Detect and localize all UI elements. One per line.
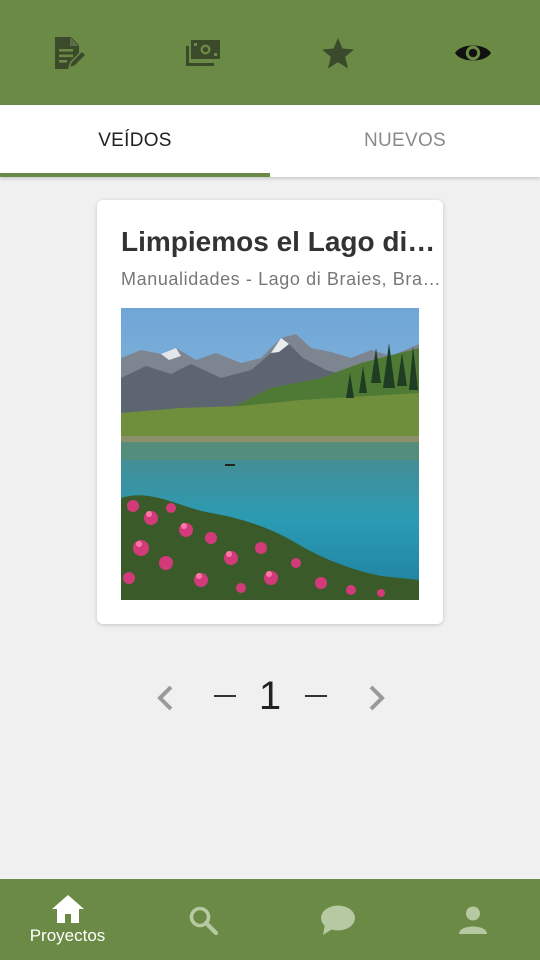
project-card[interactable]: Limpiemos el Lago di Braies Manualidades… <box>97 200 443 624</box>
tab-nuevos[interactable]: NUEVOS <box>270 105 540 177</box>
star-icon <box>321 37 354 68</box>
chevron-left-icon <box>157 685 173 711</box>
pagination-dash-right <box>305 695 327 697</box>
lake-landscape-image <box>121 308 419 600</box>
prev-page-button[interactable] <box>150 680 180 716</box>
nav-profile[interactable] <box>405 879 540 960</box>
card-subtitle: Manualidades - Lago di Braies, Braies <box>121 269 441 289</box>
toolbar-edit-button[interactable] <box>0 0 135 105</box>
pagination-dash-left <box>214 695 236 697</box>
person-icon <box>458 906 487 934</box>
bottom-navigation: Proyectos <box>0 879 540 960</box>
chat-icon <box>320 905 355 935</box>
nav-search[interactable] <box>135 879 270 960</box>
toolbar-eye-button[interactable] <box>405 0 540 105</box>
eye-icon <box>454 45 491 60</box>
tab-veidos[interactable]: VEÍDOS <box>0 105 270 177</box>
search-icon <box>189 906 218 935</box>
next-page-button[interactable] <box>362 680 392 716</box>
money-icon <box>185 39 220 66</box>
pagination: 1 <box>0 668 540 728</box>
current-page-number: 1 <box>258 674 282 718</box>
nav-proyectos[interactable]: Proyectos <box>0 879 135 960</box>
nav-proyectos-label: Proyectos <box>29 925 106 945</box>
nav-chat[interactable] <box>270 879 405 960</box>
top-toolbar <box>0 0 540 105</box>
home-icon <box>51 894 84 923</box>
tab-bar: VEÍDOS NUEVOS <box>0 105 540 177</box>
toolbar-star-button[interactable] <box>270 0 405 105</box>
card-image <box>121 308 419 600</box>
card-title: Limpiemos el Lago di Braies <box>121 226 439 257</box>
chevron-right-icon <box>369 685 385 711</box>
toolbar-money-button[interactable] <box>135 0 270 105</box>
edit-document-icon <box>54 36 85 69</box>
